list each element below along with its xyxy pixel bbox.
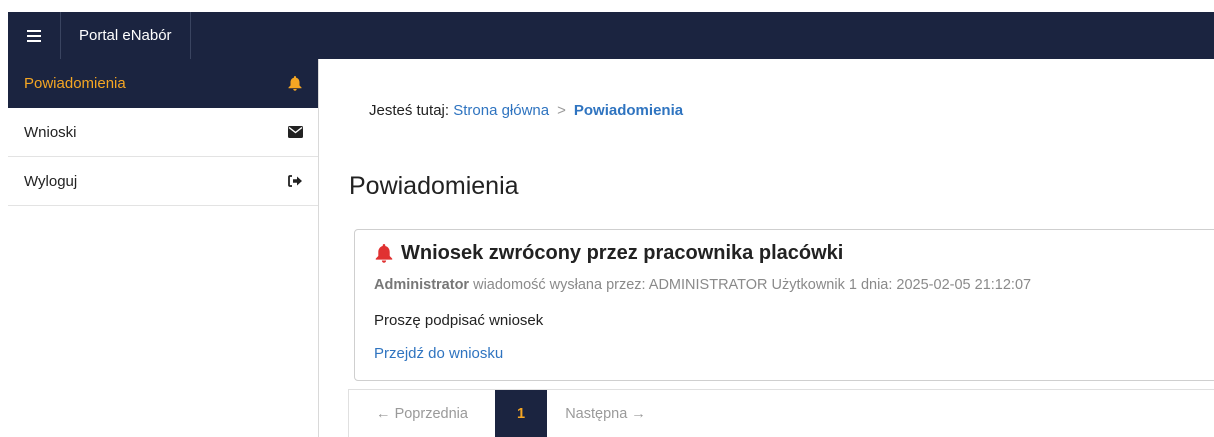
pagination: ← Poprzednia 1 Następna → [348,389,1214,437]
notification-author: Administrator [374,277,470,293]
top-navbar: Portal eNabór [8,12,1214,59]
notification-meta-text: wiadomość wysłana przez: ADMINISTRATOR U… [469,277,1032,293]
page-title: Powiadomienia [349,172,519,200]
notification-card: Wniosek zwrócony przez pracownika placów… [354,229,1214,381]
envelope-icon [287,124,303,140]
sign-out-icon [287,173,303,189]
sidebar-item-label: Powiadomienia [24,75,126,92]
sidebar-item-label: Wyloguj [24,172,78,190]
bell-icon [287,76,303,92]
breadcrumb-home-link[interactable]: Strona główna [453,102,549,119]
brand-link[interactable]: Portal eNabór [61,12,191,59]
pagination-prev-button[interactable]: ← Poprzednia [349,390,495,437]
sidebar-item-label: Wnioski [24,123,77,141]
pagination-next-button[interactable]: Następna → [547,390,664,437]
notification-title-row: Wniosek zwrócony przez pracownika placów… [375,242,843,265]
breadcrumb-separator: > [557,102,566,119]
notification-body: Proszę podpisać wniosek [374,312,544,329]
sidebar-item-notifications[interactable]: Powiadomienia [8,59,318,108]
breadcrumb-prefix: Jesteś tutaj: [369,102,450,119]
sidebar: Powiadomienia Wnioski Wyloguj [8,59,319,437]
breadcrumb-current: Powiadomienia [573,102,684,119]
menu-toggle-button[interactable] [8,12,61,59]
hamburger-icon [27,29,41,42]
sidebar-item-logout[interactable]: Wyloguj [8,157,318,206]
pagination-page-1[interactable]: 1 [495,390,547,437]
go-to-application-link[interactable]: Przejdź do wniosku [374,345,503,362]
notification-title: Wniosek zwrócony przez pracownika placów… [401,242,844,264]
main-content: Jesteś tutaj: Strona główna > Powiadomieni… [318,59,1214,437]
notification-meta: Administrator wiadomość wysłana przez: A… [374,277,1031,293]
bell-icon [375,244,393,263]
sidebar-item-applications[interactable]: Wnioski [8,108,318,157]
breadcrumb: Jesteś tutaj: Strona główna > Powiadomieni… [369,102,683,119]
